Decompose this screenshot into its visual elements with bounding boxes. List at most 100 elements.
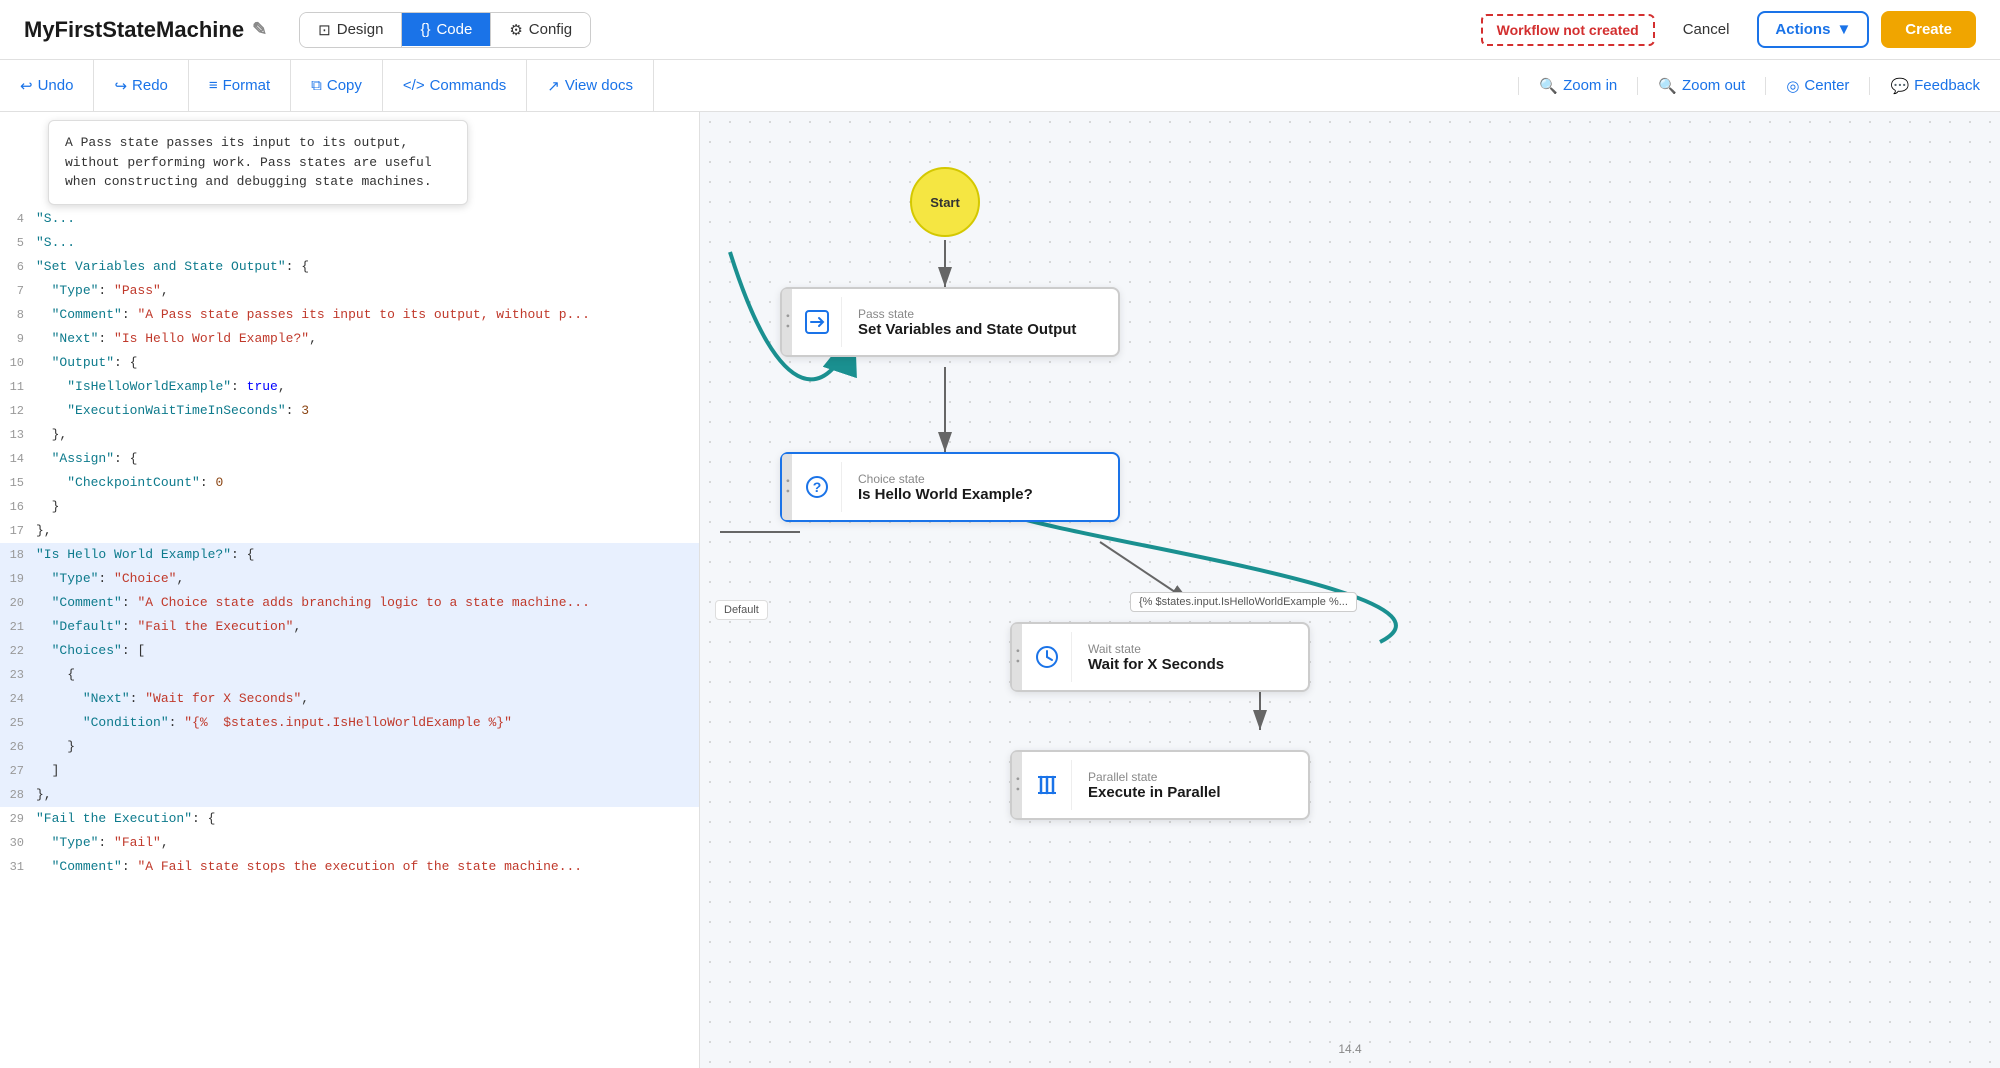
redo-button[interactable]: ↪ Redo (94, 60, 188, 111)
code-editor[interactable]: A Pass state passes its input to its out… (0, 112, 700, 1068)
pass-node-info: Pass state Set Variables and State Outpu… (842, 299, 1092, 346)
code-line: 5 "S... (0, 231, 699, 255)
feedback-button[interactable]: 💬 Feedback (1869, 77, 2000, 95)
code-line: 13 }, (0, 423, 699, 447)
code-line: 30 "Type": "Fail", (0, 831, 699, 855)
code-line: 12 "ExecutionWaitTimeInSeconds": 3 (0, 399, 699, 423)
pass-name-label: Set Variables and State Output (858, 321, 1076, 338)
tab-config[interactable]: ⚙ Config (491, 13, 590, 47)
node-handle: • • (1012, 624, 1022, 690)
center-icon: ◎ (1786, 77, 1799, 95)
format-icon: ≡ (209, 77, 218, 94)
start-node[interactable]: Start (910, 167, 980, 237)
copy-icon: ⧉ (311, 77, 322, 94)
create-button[interactable]: Create (1881, 11, 1976, 48)
viewdocs-button[interactable]: ↗ View docs (527, 60, 654, 111)
feedback-icon: 💬 (1890, 77, 1909, 95)
code-line: 9 "Next": "Is Hello World Example?", (0, 327, 699, 351)
zoomout-icon: 🔍 (1658, 77, 1677, 95)
commands-button[interactable]: </> Commands (383, 60, 527, 111)
code-line-highlighted: 19 "Type": "Choice", (0, 567, 699, 591)
code-line: 11 "IsHelloWorldExample": true, (0, 375, 699, 399)
app-title: MyFirstStateMachine ✎ (24, 17, 267, 43)
actions-label: Actions (1775, 21, 1830, 38)
code-line-highlighted: 25 "Condition": "{% $states.input.IsHell… (0, 711, 699, 735)
choice-name-label: Is Hello World Example? (858, 486, 1033, 503)
code-line: 4 "S... (0, 207, 699, 231)
code-line: 14 "Assign": { (0, 447, 699, 471)
start-label: Start (930, 195, 960, 210)
pass-type-label: Pass state (858, 307, 1076, 321)
condition-badge: {% $states.input.IsHelloWorldExample %..… (1130, 592, 1357, 612)
center-button[interactable]: ◎ Center (1765, 77, 1869, 95)
toolbar-right-group: 🔍 Zoom in 🔍 Zoom out ◎ Center 💬 Feedback (1518, 77, 2000, 95)
pass-icon (792, 297, 842, 347)
pass-state-node[interactable]: • • Pass state Set Variables and State O… (780, 287, 1120, 357)
header: MyFirstStateMachine ✎ ⊡ Design {} Code ⚙… (0, 0, 2000, 60)
zoomout-button[interactable]: 🔍 Zoom out (1637, 77, 1765, 95)
cancel-button[interactable]: Cancel (1667, 13, 1746, 46)
edit-icon[interactable]: ✎ (252, 19, 267, 40)
chevron-down-icon: ▼ (1836, 21, 1851, 38)
wait-type-label: Wait state (1088, 642, 1224, 656)
wait-node-info: Wait state Wait for X Seconds (1072, 634, 1240, 681)
code-line-highlighted: 22 "Choices": [ (0, 639, 699, 663)
code-line: 6 "Set Variables and State Output": { (0, 255, 699, 279)
choice-type-label: Choice state (858, 472, 1033, 486)
code-line-highlighted: 23 { (0, 663, 699, 687)
tab-group: ⊡ Design {} Code ⚙ Config (299, 12, 591, 48)
zoomin-icon: 🔍 (1539, 77, 1558, 95)
code-line-highlighted: 21 "Default": "Fail the Execution", (0, 615, 699, 639)
parallel-state-node[interactable]: • • Parallel state Execute in Parallel (1010, 750, 1310, 820)
tooltip-text: A Pass state passes its input to its out… (65, 135, 432, 189)
toolbar: ↩ Undo ↪ Redo ≡ Format ⧉ Copy </> Comman… (0, 60, 2000, 112)
main-content: A Pass state passes its input to its out… (0, 112, 2000, 1068)
undo-button[interactable]: ↩ Undo (0, 60, 94, 111)
viewdocs-icon: ↗ (547, 77, 560, 95)
node-handle: • • (782, 289, 792, 355)
parallel-icon (1022, 760, 1072, 810)
code-line-highlighted: 18 "Is Hello World Example?": { (0, 543, 699, 567)
code-line-highlighted: 20 "Comment": "A Choice state adds branc… (0, 591, 699, 615)
app-title-text: MyFirstStateMachine (24, 17, 244, 43)
wait-state-node[interactable]: • • Wait state Wait for X Seconds (1010, 622, 1310, 692)
tab-code[interactable]: {} Code (402, 13, 491, 46)
copy-button[interactable]: ⧉ Copy (291, 60, 383, 111)
tab-design[interactable]: ⊡ Design (300, 13, 402, 47)
code-line-highlighted: 26 } (0, 735, 699, 759)
commands-icon: </> (403, 77, 425, 94)
wait-name-label: Wait for X Seconds (1088, 656, 1224, 673)
code-lines: 4 "S... 5 "S... 6 "Set Variables and Sta… (0, 207, 699, 879)
parallel-type-label: Parallel state (1088, 770, 1221, 784)
format-button[interactable]: ≡ Format (189, 60, 291, 111)
code-line: 7 "Type": "Pass", (0, 279, 699, 303)
svg-text:?: ? (812, 479, 821, 495)
parallel-name-label: Execute in Parallel (1088, 784, 1221, 801)
choice-state-node[interactable]: • • ? Choice state Is Hello World Exampl… (780, 452, 1120, 522)
node-handle: • • (782, 454, 792, 520)
undo-icon: ↩ (20, 77, 33, 95)
wait-icon (1022, 632, 1072, 682)
workflow-status: Workflow not created (1481, 14, 1655, 46)
actions-button[interactable]: Actions ▼ (1757, 11, 1869, 48)
redo-icon: ↪ (114, 77, 127, 95)
design-icon: ⊡ (318, 21, 331, 39)
code-line: 10 "Output": { (0, 351, 699, 375)
code-line-highlighted: 28 }, (0, 783, 699, 807)
node-handle: • • (1012, 752, 1022, 818)
code-line: 16 } (0, 495, 699, 519)
code-line: 29 "Fail the Execution": { (0, 807, 699, 831)
choice-icon: ? (792, 462, 842, 512)
tooltip: A Pass state passes its input to its out… (48, 120, 468, 205)
zoom-indicator: 14.4 (1338, 1042, 1361, 1056)
code-line-highlighted: 24 "Next": "Wait for X Seconds", (0, 687, 699, 711)
code-line-highlighted: 27 ] (0, 759, 699, 783)
code-line: 8 "Comment": "A Pass state passes its in… (0, 303, 699, 327)
code-line: 31 "Comment": "A Fail state stops the ex… (0, 855, 699, 879)
visual-canvas[interactable]: Start • • Pass state Set Variables and S… (700, 112, 2000, 1068)
header-right: Workflow not created Cancel Actions ▼ Cr… (1481, 11, 1976, 48)
zoomin-button[interactable]: 🔍 Zoom in (1518, 77, 1637, 95)
config-icon: ⚙ (509, 21, 522, 39)
code-icon: {} (420, 21, 430, 38)
default-badge: Default (715, 600, 768, 620)
